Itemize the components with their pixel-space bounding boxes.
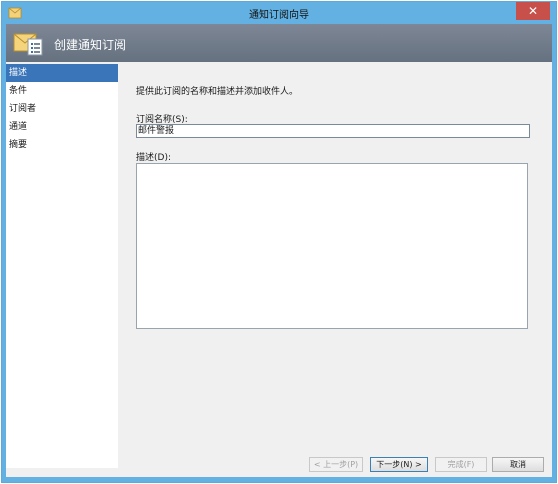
description-label: 描述(D): xyxy=(136,153,171,163)
nav-item-subscribers[interactable]: 订阅者 xyxy=(6,100,118,118)
page-title: 创建通知订阅 xyxy=(54,38,127,52)
window-title: 通知订阅向导 xyxy=(249,10,309,21)
nav-item-channels[interactable]: 通道 xyxy=(6,118,118,136)
wizard-header: 创建通知订阅 xyxy=(6,24,552,62)
wizard-steps-nav: 描述 条件 订阅者 通道 摘要 xyxy=(6,64,118,468)
finish-button[interactable]: 完成(F) xyxy=(435,457,487,472)
subscription-name-input[interactable]: 邮件警报 xyxy=(136,124,530,138)
step-content: 提供此订阅的名称和描述并添加收件人。 订阅名称(S): 邮件警报 描述(D): xyxy=(118,64,552,468)
description-textarea[interactable] xyxy=(136,163,528,329)
nav-item-description[interactable]: 描述 xyxy=(6,64,118,82)
nav-item-summary[interactable]: 摘要 xyxy=(6,136,118,154)
step-description: 提供此订阅的名称和描述并添加收件人。 xyxy=(136,87,299,97)
envelope-list-icon xyxy=(13,33,43,56)
next-button[interactable]: 下一步(N) > xyxy=(370,457,428,472)
close-button[interactable]: ✕ xyxy=(516,2,550,20)
previous-button[interactable]: < 上一步(P) xyxy=(309,457,363,472)
cancel-button[interactable]: 取消 xyxy=(492,457,544,472)
nav-item-criteria[interactable]: 条件 xyxy=(6,82,118,100)
wizard-body: 创建通知订阅 描述 条件 订阅者 通道 摘要 提供此订阅的名称和描述并添加收件人… xyxy=(6,24,552,477)
title-bar[interactable]: 通知订阅向导 ✕ xyxy=(2,2,556,24)
wizard-window: 通知订阅向导 ✕ 创建通知订阅 描述 条件 订阅者 通道 摘要 提供此订阅的名称… xyxy=(1,1,557,483)
